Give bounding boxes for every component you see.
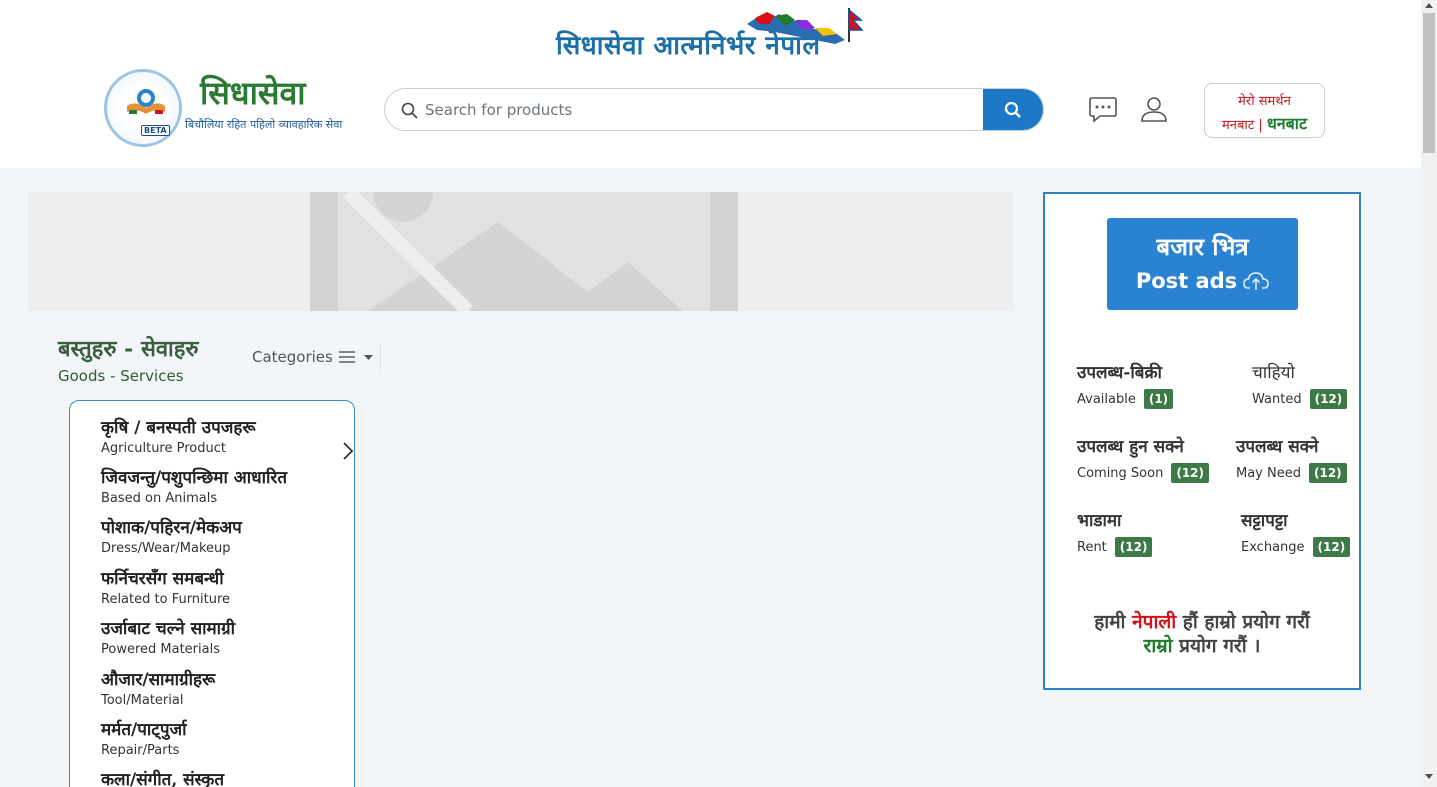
search-button[interactable] <box>983 89 1043 130</box>
support-bold: धनबाट <box>1266 114 1308 133</box>
count-badge: (12) <box>1312 537 1351 557</box>
stat-en: Wanted <box>1252 391 1302 407</box>
count-badge: (1) <box>1143 389 1174 409</box>
site-logo[interactable]: BETA सिधासेवा बिचौलिया रहित पहिलो व्यावह… <box>104 69 344 149</box>
category-item-arts[interactable]: कला/संगीत, संस्कृत <box>101 767 341 787</box>
scroll-up-arrow-icon[interactable] <box>1425 3 1433 8</box>
beta-badge: BETA <box>141 125 170 136</box>
support-prefix: मनबाट | <box>1221 118 1263 133</box>
stat-en: Rent <box>1077 539 1107 555</box>
category-en: Tool/Material <box>101 693 184 708</box>
logo-title: सिधासेवा <box>200 74 306 112</box>
nepal-map-flag-icon <box>747 8 864 44</box>
stat-np: उपलब्ध हुन सक्ने <box>1077 437 1184 457</box>
post-ads-np: बजार भित्र <box>1156 232 1249 261</box>
category-item-powered[interactable]: उर्जाबाट चल्ने सामाग्री Powered Material… <box>101 616 341 657</box>
post-ads-button[interactable]: बजार भित्र Post ads <box>1107 218 1298 310</box>
category-item-tools[interactable]: औजार/सामाग्रीहरू Tool/Material <box>101 667 341 708</box>
market-side-panel: बजार भित्र Post ads उपलब्ध-बिक्री Availa… <box>1043 192 1361 690</box>
stat-np: सट्टापट्टा <box>1241 511 1288 531</box>
category-np: कला/संगीत, संस्कृत <box>101 770 225 787</box>
categories-toggle[interactable]: Categories <box>252 348 355 366</box>
stat-coming-soon[interactable]: उपलब्ध हुन सक्ने Coming Soon (12) <box>1077 434 1209 483</box>
cloud-upload-icon <box>1243 272 1269 290</box>
caret-down-icon[interactable] <box>364 355 373 361</box>
category-en: Repair/Parts <box>101 743 180 758</box>
category-np: जिवजन्तु/पशुपन्छिमा आधारित <box>101 468 288 488</box>
slogan-highlight-red: नेपाली <box>1132 611 1177 633</box>
logo-emblem: BETA <box>104 69 182 147</box>
menu-icon <box>338 351 355 363</box>
support-button[interactable]: मेरो समर्थन मनबाट | धनबाट <box>1204 83 1325 138</box>
category-en: Related to Furniture <box>101 592 231 607</box>
stat-np: उपलब्ध सक्ने <box>1236 437 1319 457</box>
category-en: Powered Materials <box>101 642 220 657</box>
category-en: Agriculture Product <box>101 441 226 456</box>
categories-label: Categories <box>252 348 333 366</box>
scroll-down-arrow-icon[interactable] <box>1425 774 1433 779</box>
post-ads-en-row: Post ads <box>1107 269 1298 293</box>
stat-np: उपलब्ध-बिक्री <box>1077 363 1162 383</box>
image-placeholder-icon <box>310 192 738 311</box>
stat-en: May Need <box>1236 465 1301 481</box>
count-badge: (12) <box>1114 537 1153 557</box>
category-en: Based on Animals <box>101 491 218 506</box>
slogan-part: हौं हाम्रो प्रयोग गरौं <box>1182 611 1310 633</box>
stat-may-need[interactable]: उपलब्ध सक्ने May Need (12) <box>1236 434 1347 483</box>
page-scrollbar[interactable] <box>1421 0 1437 787</box>
divider <box>380 343 381 370</box>
category-np: पोशाक/पहिरन/मेकअप <box>101 518 242 538</box>
slogan-part: हामी <box>1094 611 1126 633</box>
slogan-highlight-green: राम्रो <box>1143 635 1173 657</box>
chevron-right-icon <box>343 442 354 460</box>
category-item-repair[interactable]: मर्मत/पाट्पुर्जा Repair/Parts <box>101 717 341 758</box>
category-np: मर्मत/पाट्पुर्जा <box>101 720 187 740</box>
category-en: Dress/Wear/Makeup <box>101 541 231 556</box>
category-np: औजार/सामाग्रीहरू <box>101 670 216 690</box>
category-item-agriculture[interactable]: कृषि / बनस्पती उपजहरू Agriculture Produc… <box>101 415 354 460</box>
category-np: कृषि / बनस्पती उपजहरू <box>101 418 256 438</box>
stat-np: चाहियो <box>1252 363 1295 383</box>
support-line1: मेरो समर्थन <box>1238 94 1291 109</box>
category-item-dress[interactable]: पोशाक/पहिरन/मेकअप Dress/Wear/Makeup <box>101 515 341 556</box>
search-bar <box>384 88 1044 131</box>
goods-title: बस्तुहरु - सेवाहरु <box>58 336 199 362</box>
category-item-furniture[interactable]: फर्निचरसँग समबन्धी Related to Furniture <box>101 566 341 607</box>
logo-subtitle: बिचौलिया रहित पहिलो व्यावहारिक सेवा <box>185 118 343 131</box>
stat-en: Available <box>1077 391 1136 407</box>
category-np: उर्जाबाट चल्ने सामाग्री <box>101 619 236 639</box>
category-np: फर्निचरसँग समबन्धी <box>101 569 224 589</box>
support-line2: मनबाट | धनबाट <box>1205 112 1324 134</box>
hands-logo-icon <box>127 89 165 114</box>
count-badge: (12) <box>1171 463 1209 483</box>
stat-np: भाडामा <box>1077 511 1122 531</box>
stat-rent[interactable]: भाडामा Rent (12) <box>1077 508 1153 557</box>
banner-image-placeholder <box>28 192 1014 311</box>
search-icon <box>1004 101 1021 118</box>
slogan-part: प्रयोग गरौं । <box>1179 635 1261 657</box>
count-badge: (12) <box>1309 389 1348 409</box>
post-ads-label: Post ads <box>1135 269 1238 293</box>
search-input[interactable] <box>423 89 983 130</box>
count-badge: (12) <box>1308 463 1347 483</box>
site-header: सिधासेवा आत्मनिर्भर नेपाल BETA सिधासेवा … <box>0 0 1421 168</box>
goods-subtitle: Goods - Services <box>58 367 184 385</box>
chat-icon[interactable] <box>1088 95 1118 123</box>
stat-en: Coming Soon <box>1077 465 1164 481</box>
scroll-thumb[interactable] <box>1423 13 1435 153</box>
user-icon[interactable] <box>1140 95 1168 123</box>
stat-available[interactable]: उपलब्ध-बिक्री Available (1) <box>1077 360 1174 409</box>
category-list: कृषि / बनस्पती उपजहरू Agriculture Produc… <box>69 400 355 787</box>
category-item-animals[interactable]: जिवजन्तु/पशुपन्छिमा आधारित Based on Anim… <box>101 465 341 506</box>
search-icon <box>401 102 418 119</box>
stat-en: Exchange <box>1241 539 1305 555</box>
stat-exchange[interactable]: सट्टापट्टा Exchange (12) <box>1241 508 1351 557</box>
stat-wanted[interactable]: चाहियो Wanted (12) <box>1252 360 1348 409</box>
slogan: हामी नेपाली हौं हाम्रो प्रयोग गरौं राम्र… <box>1045 610 1359 658</box>
